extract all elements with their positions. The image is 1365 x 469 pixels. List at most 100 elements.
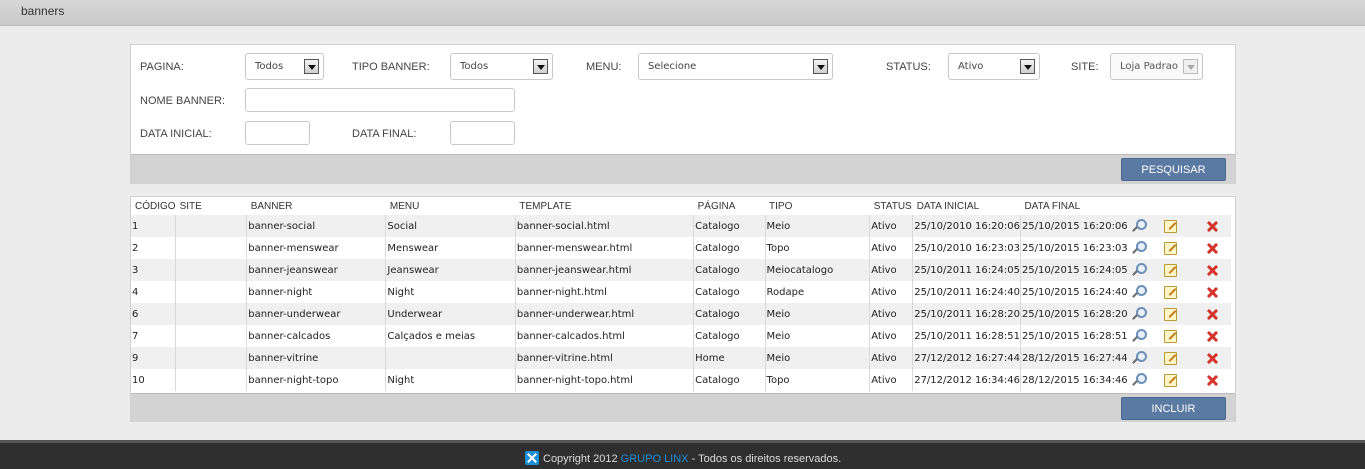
delete-icon[interactable] — [1206, 330, 1219, 343]
column-header: CÓDIGO — [131, 197, 176, 215]
cell-data-final: 28/12/2015 16:27:44 — [1020, 347, 1128, 369]
data-final-input[interactable] — [450, 121, 515, 145]
cell-template: banner-calcados.html — [515, 325, 695, 347]
column-header: SITE — [175, 197, 247, 215]
table-row: 2 banner-menswear Menswear banner-menswear.… — [131, 237, 1231, 259]
cell-template: banner-social.html — [515, 215, 695, 237]
cell-data-final: 25/10/2015 16:28:20 — [1020, 303, 1128, 325]
cell-site — [175, 347, 248, 369]
edit-icon[interactable] — [1163, 241, 1177, 255]
data-inicial-label: DATA INICIAL: — [140, 128, 212, 140]
tipo-banner-select[interactable]: Todos — [450, 53, 553, 80]
delete-icon[interactable] — [1206, 374, 1219, 387]
cell-template: banner-vitrine.html — [515, 347, 695, 369]
status-select[interactable]: Ativo — [948, 53, 1040, 80]
nome-banner-input[interactable] — [245, 88, 515, 112]
cell-site — [175, 369, 248, 391]
edit-icon[interactable] — [1163, 263, 1177, 277]
cell-banner: banner-night-topo — [246, 369, 387, 391]
cell-data-final: 28/12/2015 16:34:46 — [1020, 369, 1128, 391]
pagina-select[interactable]: Todos — [245, 53, 324, 80]
cell-status: Ativo — [869, 281, 914, 303]
action-cell — [1127, 215, 1160, 237]
view-icon[interactable] — [1132, 329, 1147, 343]
cell-tipo: Meio — [765, 215, 871, 237]
cell-status: Ativo — [869, 369, 914, 391]
cell-template: banner-night-topo.html — [515, 369, 695, 391]
action-cell — [1127, 369, 1160, 391]
view-icon[interactable] — [1132, 373, 1147, 387]
copyright-prefix: Copyright 2012 — [543, 453, 621, 465]
cell-tipo: Meiocatalogo — [765, 259, 871, 281]
site-select[interactable]: Loja Padrao — [1110, 53, 1203, 80]
cell-banner: banner-underwear — [246, 303, 387, 325]
cell-codigo: 10 — [131, 369, 177, 391]
view-icon[interactable] — [1132, 285, 1147, 299]
action-column-header — [1127, 197, 1160, 215]
cell-pagina: Catalogo — [693, 215, 766, 237]
data-inicial-input[interactable] — [245, 121, 310, 145]
cell-data-inicial: 27/12/2012 16:34:46 — [912, 369, 1021, 391]
action-cell — [1202, 369, 1231, 391]
filter-button-bar: PESQUISAR — [131, 154, 1235, 184]
cell-banner: banner-night — [246, 281, 387, 303]
chevron-down-icon — [813, 59, 828, 74]
linx-logo-icon — [525, 451, 539, 465]
cell-status: Ativo — [869, 259, 914, 281]
cell-site — [175, 215, 248, 237]
action-cell — [1127, 303, 1160, 325]
pagina-select-value: Todos — [255, 61, 284, 72]
column-header: TEMPLATE — [515, 197, 694, 215]
column-header: PÁGINA — [693, 197, 766, 215]
action-cell — [1127, 347, 1160, 369]
cell-status: Ativo — [869, 303, 914, 325]
cell-codigo: 4 — [131, 281, 177, 303]
cell-data-final: 25/10/2015 16:24:05 — [1020, 259, 1128, 281]
data-final-label: DATA FINAL: — [352, 128, 417, 140]
site-select-value: Loja Padrao — [1120, 61, 1179, 72]
cell-site — [175, 259, 248, 281]
table-row: 1 banner-social Social banner-social.html Ca… — [131, 215, 1231, 237]
delete-icon[interactable] — [1206, 242, 1219, 255]
cell-menu: Underwear — [385, 303, 516, 325]
menu-select[interactable]: Selecione — [638, 53, 833, 80]
cell-menu: Night — [385, 281, 516, 303]
delete-icon[interactable] — [1206, 286, 1219, 299]
cell-status: Ativo — [869, 325, 914, 347]
include-button[interactable]: INCLUIR — [1121, 397, 1226, 420]
view-icon[interactable] — [1132, 307, 1147, 321]
delete-icon[interactable] — [1206, 264, 1219, 277]
delete-icon[interactable] — [1206, 220, 1219, 233]
cell-menu: Night — [385, 369, 516, 391]
edit-icon[interactable] — [1163, 285, 1177, 299]
cell-menu: Menswear — [385, 237, 516, 259]
cell-banner: banner-vitrine — [246, 347, 387, 369]
view-icon[interactable] — [1132, 351, 1147, 365]
chevron-down-icon — [1183, 59, 1198, 74]
action-column-header — [1159, 197, 1203, 215]
view-icon[interactable] — [1132, 219, 1147, 233]
cell-pagina: Catalogo — [693, 369, 766, 391]
action-cell — [1202, 303, 1231, 325]
delete-icon[interactable] — [1206, 308, 1219, 321]
search-button[interactable]: PESQUISAR — [1121, 158, 1226, 181]
view-icon[interactable] — [1132, 241, 1147, 255]
copyright-text: Copyright 2012 GRUPO LINX - Todos os dir… — [525, 451, 841, 465]
view-icon[interactable] — [1132, 263, 1147, 277]
edit-icon[interactable] — [1163, 307, 1177, 321]
banners-table: CÓDIGO SITE BANNER MENU TEMPLATE PÁGINA TIPO ST… — [131, 197, 1231, 391]
edit-icon[interactable] — [1163, 219, 1177, 233]
brand-link[interactable]: GRUPO LINX — [621, 453, 689, 465]
menu-select-value: Selecione — [648, 61, 697, 72]
delete-icon[interactable] — [1206, 352, 1219, 365]
edit-icon[interactable] — [1163, 329, 1177, 343]
footer: Copyright 2012 GRUPO LINX - Todos os dir… — [0, 440, 1365, 469]
edit-icon[interactable] — [1163, 373, 1177, 387]
tipo-banner-label: TIPO BANNER: — [352, 61, 430, 73]
cell-banner: banner-social — [246, 215, 387, 237]
cell-data-final: 25/10/2015 16:20:06 — [1020, 215, 1128, 237]
cell-data-inicial: 25/10/2011 16:28:20 — [912, 303, 1021, 325]
action-cell — [1159, 237, 1203, 259]
edit-icon[interactable] — [1163, 351, 1177, 365]
cell-data-inicial: 25/10/2011 16:28:51 — [912, 325, 1021, 347]
